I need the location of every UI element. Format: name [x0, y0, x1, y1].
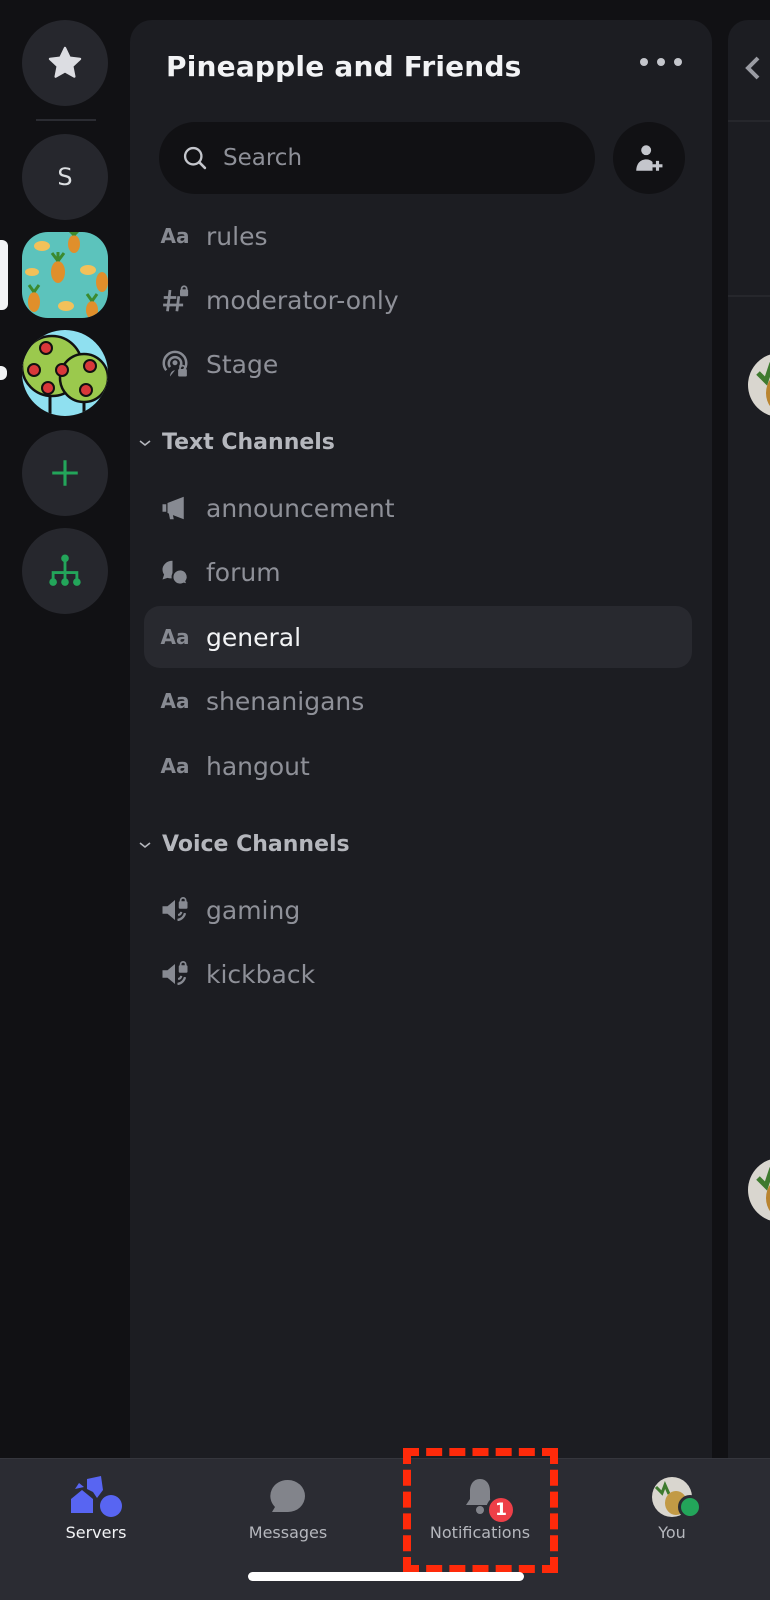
home-indicator[interactable] — [248, 1572, 524, 1581]
locked-voice-icon — [160, 959, 190, 989]
pineapple-pattern-image — [25, 232, 108, 318]
favorites-button[interactable] — [22, 20, 108, 106]
plus-icon — [52, 460, 78, 486]
unread-server-indicator — [0, 366, 7, 380]
rail-divider — [36, 119, 96, 121]
dot — [674, 58, 682, 66]
tab-label: Messages — [248, 1523, 328, 1542]
text-channel-icon: Aa — [160, 689, 190, 713]
search-icon — [183, 146, 207, 170]
invite-members-button[interactable] — [613, 122, 685, 194]
text-channel-icon: Aa — [160, 754, 190, 778]
selected-server-indicator — [0, 240, 8, 310]
channel-forum[interactable]: forum — [144, 541, 692, 603]
message-avatar[interactable] — [748, 353, 770, 417]
servers-icon — [67, 1475, 125, 1519]
chat-panel-peek[interactable] — [728, 20, 770, 1458]
dot — [657, 58, 665, 66]
messages-icon — [268, 1475, 308, 1519]
channel-hangout[interactable]: Aa hangout — [144, 735, 692, 797]
tab-you[interactable]: You — [576, 1459, 768, 1559]
star-icon — [48, 46, 82, 78]
channel-label: rules — [206, 221, 268, 251]
annotation-highlight-box — [403, 1448, 558, 1573]
hub-icon — [49, 554, 81, 586]
category-text-channels[interactable]: Text Channels — [138, 430, 335, 455]
search-input[interactable]: Search — [159, 122, 595, 194]
channel-stage[interactable]: Stage — [144, 333, 692, 395]
forum-icon — [160, 557, 190, 587]
channel-label: shenanigans — [206, 686, 365, 716]
tab-servers[interactable]: Servers — [0, 1459, 192, 1559]
channel-label: forum — [206, 557, 281, 587]
channel-panel: Pineapple and Friends Search Aa rules mo… — [130, 20, 712, 1458]
tab-label: You — [658, 1523, 686, 1542]
channel-label: general — [206, 622, 302, 652]
channel-announcement[interactable]: announcement — [144, 477, 692, 539]
server-title[interactable]: Pineapple and Friends — [166, 50, 522, 83]
pineapple-server-icon[interactable] — [22, 232, 108, 318]
tab-label: Servers — [65, 1523, 127, 1542]
locked-hash-icon — [160, 285, 190, 315]
stage-icon — [160, 349, 190, 379]
channel-moderator-only[interactable]: moderator-only — [144, 269, 692, 331]
channel-kickback[interactable]: kickback — [144, 943, 692, 1005]
channel-label: announcement — [206, 493, 395, 523]
divider — [728, 295, 770, 297]
user-avatar — [652, 1475, 702, 1519]
tree-image — [22, 334, 108, 416]
server-initial: S — [57, 163, 73, 191]
dot — [640, 58, 648, 66]
chevron-down-icon — [139, 841, 151, 848]
chevron-down-icon — [139, 439, 151, 446]
megaphone-icon — [160, 493, 190, 523]
online-status-dot — [678, 1495, 702, 1519]
channel-gaming[interactable]: gaming — [144, 879, 692, 941]
add-server-button[interactable] — [22, 430, 108, 516]
tree-server-icon[interactable] — [22, 330, 108, 416]
add-user-icon — [636, 145, 663, 171]
discover-button[interactable] — [22, 528, 108, 614]
divider — [728, 120, 770, 122]
server-rail: S — [0, 0, 128, 1458]
server-options-button[interactable] — [640, 58, 682, 66]
channel-rules[interactable]: Aa rules — [144, 205, 692, 267]
channel-shenanigans[interactable]: Aa shenanigans — [144, 670, 692, 732]
channel-label: Stage — [206, 349, 279, 379]
channel-general[interactable]: Aa general — [144, 606, 692, 668]
category-voice-channels[interactable]: Voice Channels — [138, 832, 350, 857]
channel-label: kickback — [206, 959, 316, 989]
rules-channel-icon: Aa — [160, 224, 190, 248]
channel-label: hangout — [206, 751, 310, 781]
locked-voice-icon — [160, 895, 190, 925]
category-label: Text Channels — [162, 430, 335, 455]
pineapple-avatar-image — [756, 1166, 770, 1212]
channel-label: moderator-only — [206, 285, 399, 315]
back-arrow-icon[interactable] — [744, 56, 764, 80]
server-s-button[interactable]: S — [22, 134, 108, 220]
channel-label: gaming — [206, 895, 301, 925]
pineapple-avatar-image — [756, 361, 770, 407]
text-channel-icon: Aa — [160, 625, 190, 649]
search-placeholder: Search — [223, 145, 303, 171]
tab-messages[interactable]: Messages — [192, 1459, 384, 1559]
message-avatar[interactable] — [748, 1158, 770, 1222]
category-label: Voice Channels — [162, 832, 350, 857]
